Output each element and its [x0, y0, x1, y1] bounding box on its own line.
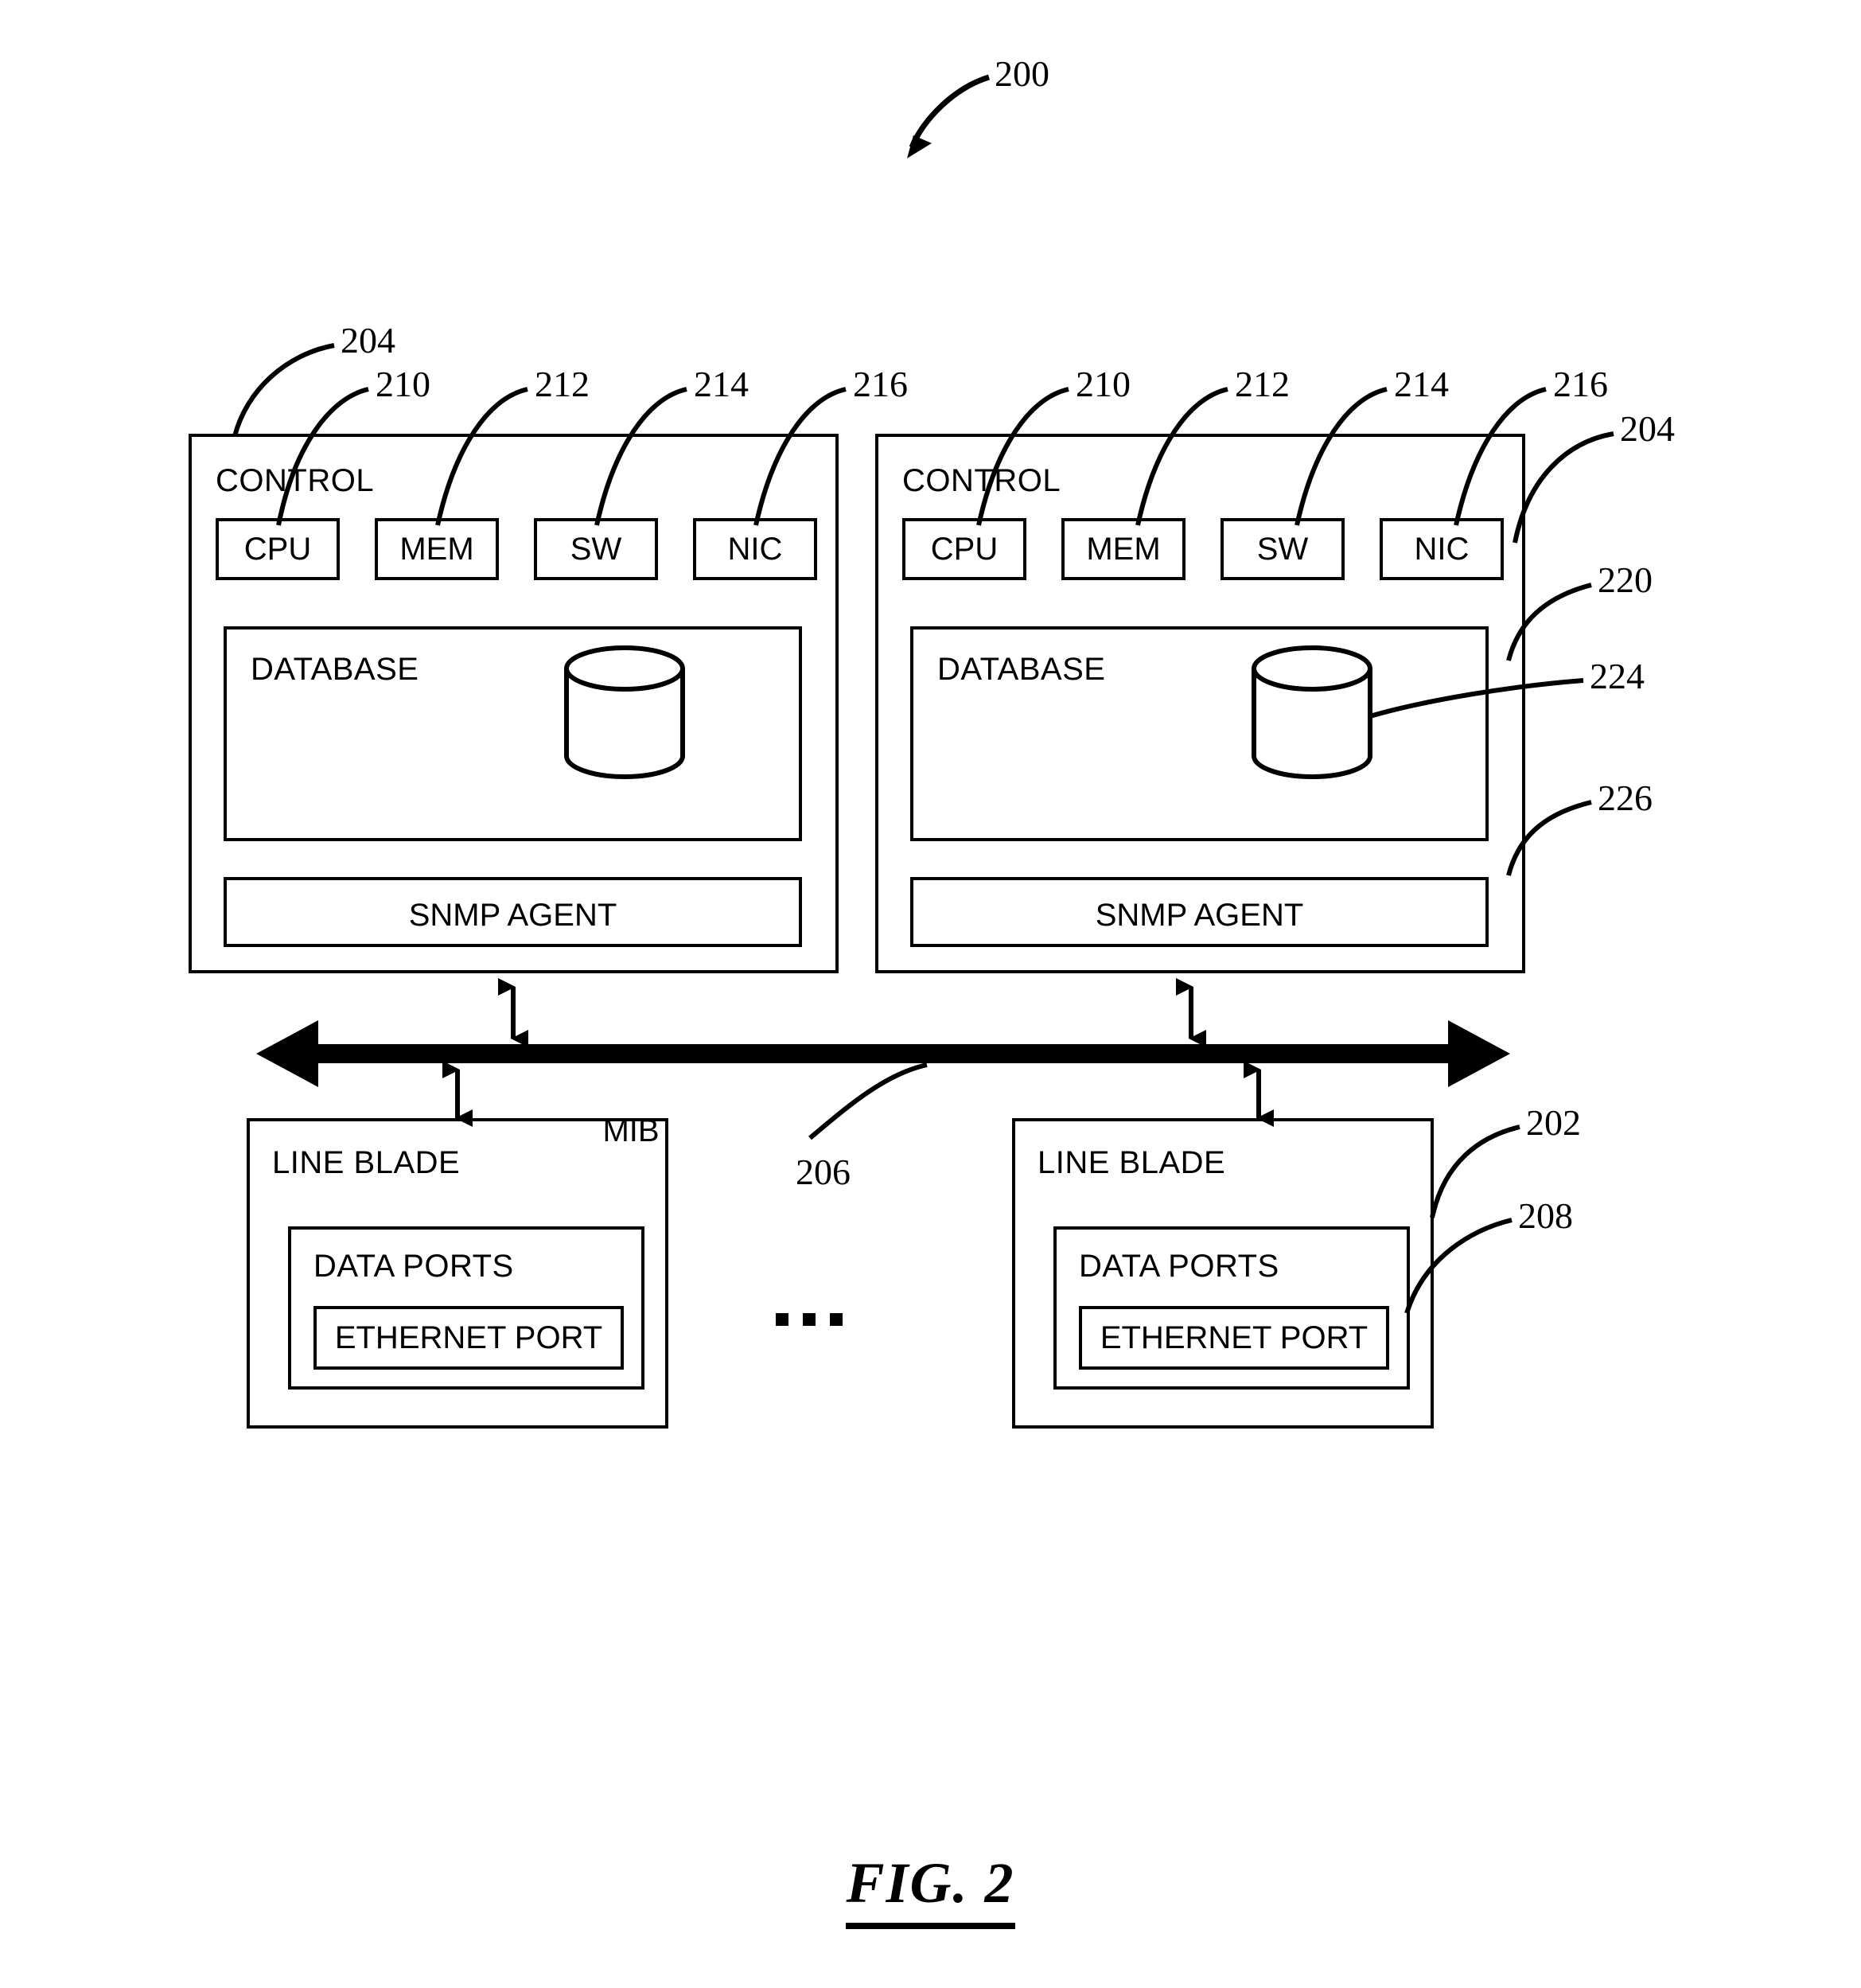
figure-caption: FIG. 2 [0, 1850, 1861, 1929]
snmp-agent-left[interactable]: SNMP AGENT [224, 877, 802, 947]
ref-number-214-right: 214 [1394, 364, 1449, 404]
snmp-agent-right[interactable]: SNMP AGENT [910, 877, 1489, 947]
ref-number-216-right: 216 [1553, 364, 1608, 404]
data-ports-right[interactable]: DATA PORTS ETHERNET PORT [1053, 1226, 1410, 1390]
ref-number-226: 226 [1598, 778, 1653, 818]
component-mem-right[interactable]: MEM [1061, 518, 1186, 580]
blade-bus-connectors [442, 1061, 1274, 1127]
control-bus-connectors [498, 978, 1206, 1047]
ref-number-210-left: 210 [376, 364, 430, 404]
patent-figure: 200 204 210 212 214 216 210 212 214 216 … [0, 0, 1861, 1988]
ellipsis-dot-2 [803, 1313, 816, 1326]
ref-number-208: 208 [1518, 1195, 1573, 1236]
line-blade-right-title: LINE BLADE [1038, 1145, 1226, 1180]
control-blade-left[interactable]: CONTROL CPU MEM SW NIC DATABASE MIB SNMP… [189, 434, 839, 1147]
component-nic-right-label: NIC [1414, 532, 1470, 567]
component-nic-right[interactable]: NIC [1380, 518, 1504, 580]
component-mem-left-label: MEM [399, 532, 474, 567]
figure-caption-text: FIG. 2 [846, 1851, 1015, 1929]
ref-number-202: 202 [1526, 1102, 1581, 1143]
snmp-agent-right-label: SNMP AGENT [1095, 898, 1304, 933]
ref-number-220: 220 [1598, 559, 1653, 600]
ref-number-216-left: 216 [853, 364, 908, 404]
snmp-agent-left-label: SNMP AGENT [408, 898, 617, 933]
line-blade-left-title: LINE BLADE [272, 1145, 461, 1180]
line-blade-right[interactable]: LINE BLADE DATA PORTS ETHERNET PORT [1012, 1118, 1434, 1429]
ref-200-leader [907, 74, 991, 158]
database-right[interactable]: DATABASE [910, 626, 1489, 841]
ref-number-200: 200 [995, 53, 1049, 94]
component-cpu-right[interactable]: CPU [902, 518, 1026, 580]
blades-ellipsis [776, 1313, 843, 1326]
ref-number-214-left: 214 [694, 364, 749, 404]
line-blade-left[interactable]: LINE BLADE DATA PORTS ETHERNET PORT [247, 1118, 668, 1429]
control-blade-right[interactable]: CONTROL CPU MEM SW NIC DATABASE MIB SNMP… [875, 434, 1525, 973]
backplane-bus [256, 1020, 1510, 1087]
database-left-label: DATABASE [251, 652, 419, 687]
component-cpu-right-label: CPU [930, 532, 999, 567]
component-cpu-left[interactable]: CPU [216, 518, 340, 580]
ethernet-port-right-label: ETHERNET PORT [1100, 1320, 1368, 1355]
component-cpu-left-label: CPU [243, 532, 312, 567]
component-nic-left[interactable]: NIC [693, 518, 817, 580]
database-left[interactable]: DATABASE [224, 626, 802, 841]
component-mem-right-label: MEM [1086, 532, 1161, 567]
ref-number-224: 224 [1590, 656, 1645, 696]
component-nic-left-label: NIC [727, 532, 783, 567]
ellipsis-dot-3 [830, 1313, 843, 1326]
data-ports-left[interactable]: DATA PORTS ETHERNET PORT [288, 1226, 644, 1390]
ellipsis-dot-1 [776, 1313, 788, 1326]
data-ports-right-label: DATA PORTS [1079, 1249, 1279, 1284]
ref-number-204-left: 204 [341, 320, 395, 361]
ethernet-port-right[interactable]: ETHERNET PORT [1079, 1306, 1389, 1370]
component-sw-right[interactable]: SW [1221, 518, 1345, 580]
diagram-lines-layer [232, 74, 1614, 1314]
component-mem-left[interactable]: MEM [375, 518, 499, 580]
database-right-label: DATABASE [937, 652, 1106, 687]
component-sw-left-label: SW [570, 532, 622, 567]
control-blade-left-title: CONTROL [216, 463, 375, 498]
ethernet-port-left-label: ETHERNET PORT [334, 1320, 603, 1355]
ref-206-leader [808, 1062, 928, 1140]
ref-number-210-right: 210 [1076, 364, 1131, 404]
ref-number-212-right: 212 [1235, 364, 1290, 404]
ethernet-port-left[interactable]: ETHERNET PORT [313, 1306, 624, 1370]
data-ports-left-label: DATA PORTS [313, 1249, 514, 1284]
component-sw-left[interactable]: SW [534, 518, 658, 580]
ref-number-204-right: 204 [1620, 408, 1675, 449]
component-sw-right-label: SW [1256, 532, 1309, 567]
control-blade-right-title: CONTROL [902, 463, 1061, 498]
ref-number-206: 206 [796, 1152, 851, 1192]
ref-number-212-left: 212 [535, 364, 590, 404]
